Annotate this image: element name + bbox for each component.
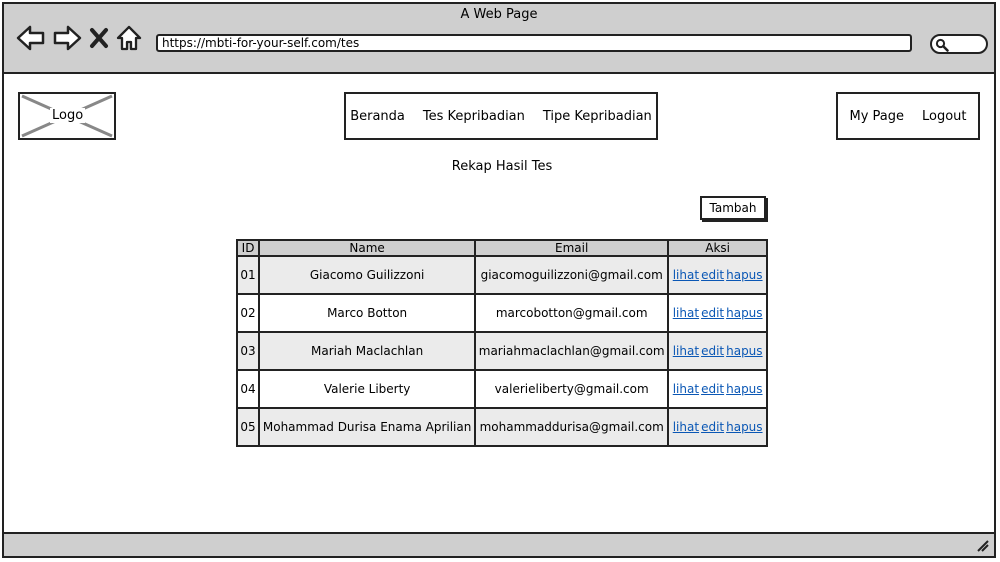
logo-placeholder: Logo (18, 92, 116, 140)
view-link[interactable]: lihat (673, 344, 699, 358)
column-header-name: Name (258, 239, 477, 257)
view-link[interactable]: lihat (673, 420, 699, 434)
column-header-aksi: Aksi (667, 239, 768, 257)
row-email: valerieliberty@gmail.com (474, 369, 670, 409)
view-link[interactable]: lihat (673, 306, 699, 320)
table-row: 03 Mariah Maclachlan mariahmaclachlan@gm… (235, 331, 768, 371)
table-header-row: ID Name Email Aksi (235, 239, 768, 257)
stop-icon[interactable] (88, 24, 110, 52)
table-row: 04 Valerie Liberty valerieliberty@gmail.… (235, 369, 768, 409)
browser-search-field[interactable] (930, 34, 988, 54)
resize-grip-icon[interactable] (976, 539, 990, 553)
table-row: 02 Marco Botton marcobotton@gmail.com li… (235, 293, 768, 333)
row-actions: lihat edit hapus (667, 331, 768, 371)
row-email: marcobotton@gmail.com (474, 293, 670, 333)
column-header-id: ID (235, 239, 261, 257)
page-title: Rekap Hasil Tes (451, 159, 553, 174)
logo-label: Logo (50, 108, 86, 123)
browser-window: A Web Page https://mbti-for-your-self.co… (2, 2, 996, 558)
results-table: ID Name Email Aksi 01 Giacomo Guilizzoni… (235, 239, 768, 447)
nav-item-my-page[interactable]: My Page (849, 109, 904, 124)
row-actions: lihat edit hapus (667, 293, 768, 333)
row-name: Marco Botton (258, 293, 477, 333)
delete-link[interactable]: hapus (726, 382, 762, 396)
edit-link[interactable]: edit (701, 268, 724, 282)
row-id: 02 (235, 293, 261, 333)
edit-link[interactable]: edit (701, 344, 724, 358)
row-email: mohammaddurisa@gmail.com (474, 407, 670, 447)
forward-icon[interactable] (52, 24, 82, 52)
edit-link[interactable]: edit (701, 306, 724, 320)
browser-nav (16, 24, 142, 52)
nav-item-tes-kepribadian[interactable]: Tes Kepribadian (423, 109, 525, 124)
table-row: 01 Giacomo Guilizzoni giacomoguilizzoni@… (235, 255, 768, 295)
nav-item-beranda[interactable]: Beranda (350, 109, 405, 124)
status-bar (4, 532, 994, 556)
delete-link[interactable]: hapus (726, 420, 762, 434)
view-link[interactable]: lihat (673, 268, 699, 282)
edit-link[interactable]: edit (701, 420, 724, 434)
row-id: 03 (235, 331, 261, 371)
browser-toolbar: A Web Page https://mbti-for-your-self.co… (4, 4, 994, 74)
table-row: 05 Mohammad Durisa Enama Aprilian mohamm… (235, 407, 768, 447)
row-id: 05 (235, 407, 261, 447)
view-link[interactable]: lihat (673, 382, 699, 396)
main-nav: Beranda Tes Kepribadian Tipe Kepribadian (344, 92, 658, 140)
search-icon (935, 38, 949, 52)
row-name: Mohammad Durisa Enama Aprilian (258, 407, 477, 447)
user-nav: My Page Logout (836, 92, 980, 140)
window-title: A Web Page (460, 7, 538, 22)
home-icon[interactable] (116, 24, 142, 52)
row-actions: lihat edit hapus (667, 407, 768, 447)
row-actions: lihat edit hapus (667, 369, 768, 409)
row-id: 04 (235, 369, 261, 409)
column-header-email: Email (474, 239, 670, 257)
row-name: Mariah Maclachlan (258, 331, 477, 371)
delete-link[interactable]: hapus (726, 344, 762, 358)
row-name: Giacomo Guilizzoni (258, 255, 477, 295)
nav-item-tipe-kepribadian[interactable]: Tipe Kepribadian (543, 109, 652, 124)
delete-link[interactable]: hapus (726, 306, 762, 320)
row-email: giacomoguilizzoni@gmail.com (474, 255, 670, 295)
back-icon[interactable] (16, 24, 46, 52)
row-id: 01 (235, 255, 261, 295)
delete-link[interactable]: hapus (726, 268, 762, 282)
add-button[interactable]: Tambah (700, 196, 766, 220)
url-field[interactable]: https://mbti-for-your-self.com/tes (156, 34, 912, 52)
edit-link[interactable]: edit (701, 382, 724, 396)
row-email: mariahmaclachlan@gmail.com (474, 331, 670, 371)
row-name: Valerie Liberty (258, 369, 477, 409)
nav-item-logout[interactable]: Logout (922, 109, 967, 124)
row-actions: lihat edit hapus (667, 255, 768, 295)
